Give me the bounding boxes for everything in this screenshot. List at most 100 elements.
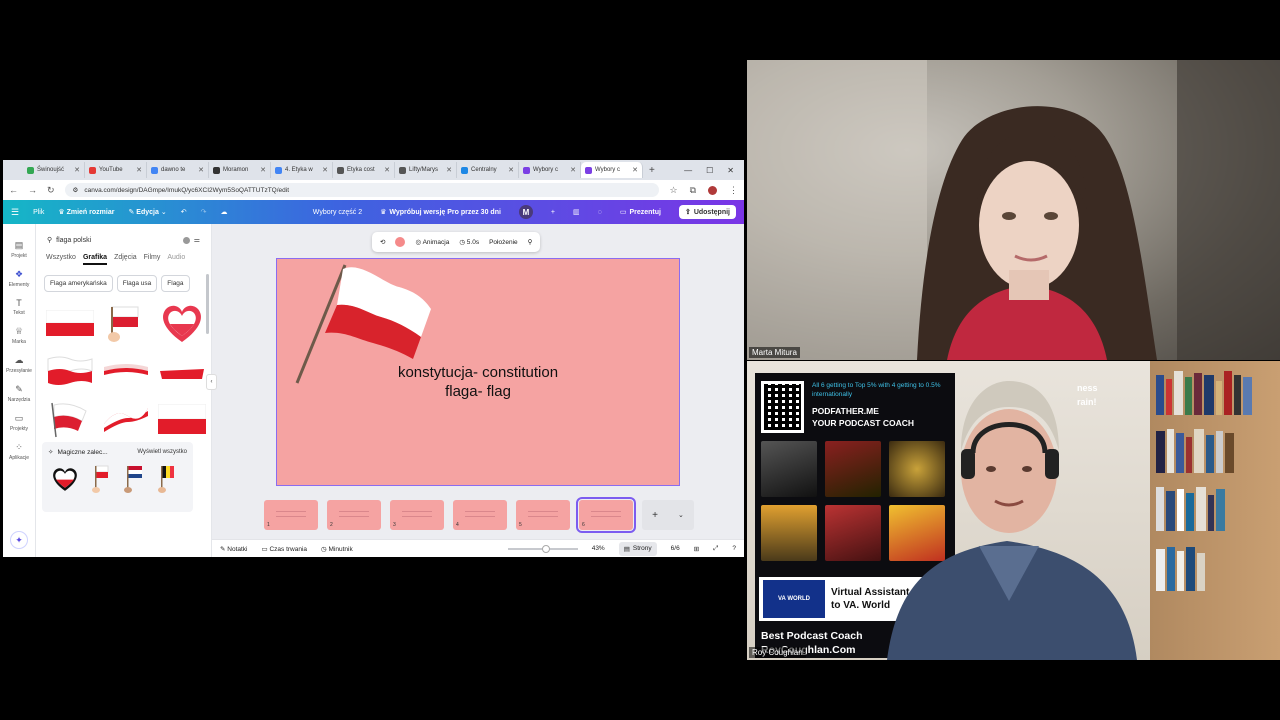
position-button[interactable]: Położenie [489, 239, 518, 246]
pro-trial-button[interactable]: ♛ Wypróbuj wersję Pro przez 30 dni [380, 208, 501, 217]
timer-button[interactable]: ◷ Minutnik [321, 545, 353, 553]
graphic-hand-belgian-flag[interactable] [156, 464, 178, 494]
paint-format-icon[interactable]: ⚲ [528, 238, 533, 246]
tab-all[interactable]: Wszystko [46, 254, 76, 265]
close-icon[interactable]: ✕ [632, 166, 638, 174]
fullscreen-icon[interactable]: ⤢ [713, 545, 718, 553]
filter-icon[interactable]: ⚌ [194, 236, 200, 244]
new-tab-icon[interactable]: + [649, 165, 655, 176]
cloud-save-icon[interactable]: ☁ [220, 208, 227, 216]
browser-tab[interactable]: dawno te ✕ [147, 162, 209, 178]
forward-icon[interactable]: → [28, 185, 37, 195]
extensions-icon[interactable]: ⧉ [690, 185, 696, 196]
graphic-heart-flag[interactable] [156, 302, 208, 344]
search-input[interactable]: ⚲ flaga polski ⚌ [42, 232, 205, 248]
rail-item-tools[interactable]: ✎ Narzędzia [8, 384, 31, 403]
graphic-hand-dutch-flag[interactable] [122, 464, 146, 494]
zoom-slider[interactable] [507, 544, 578, 553]
reload-icon[interactable]: ↻ [47, 185, 55, 196]
resize-button[interactable]: ♛ Zmień rozmiar [58, 208, 114, 216]
close-icon[interactable]: ✕ [322, 166, 328, 174]
analytics-icon[interactable]: ▥ [573, 208, 580, 216]
graphic-ribbon-flag[interactable] [100, 350, 152, 392]
page-thumbnail-selected[interactable]: 6 [576, 497, 636, 533]
help-icon[interactable]: ? [732, 545, 736, 552]
close-icon[interactable]: ✕ [74, 166, 80, 174]
browser-tab[interactable]: Etyka cost ✕ [333, 162, 395, 178]
undo-icon[interactable]: ↶ [181, 208, 187, 216]
more-menu-icon[interactable]: ⋮ [729, 185, 738, 196]
magic-assistant-icon[interactable]: ✦ [10, 531, 28, 549]
chip-flag[interactable]: Flaga [161, 275, 190, 292]
page-thumbnail[interactable]: 4 [453, 500, 507, 530]
clear-search-icon[interactable] [182, 236, 190, 244]
chip-usa-flag[interactable]: Flaga usa [116, 275, 158, 292]
back-icon[interactable]: ← [9, 185, 18, 195]
rail-item-projects[interactable]: ▭ Projekty [10, 413, 28, 432]
browser-tab[interactable]: Moramon ✕ [209, 162, 271, 178]
panel-scrollbar[interactable] [206, 274, 209, 334]
grid-view-icon[interactable]: ⊞ [694, 545, 699, 553]
tab-graphics[interactable]: Grafika [82, 254, 108, 265]
browser-tab-active[interactable]: Wybory c ✕ [581, 162, 643, 178]
rail-item-apps[interactable]: ⁘ Aplikacje [9, 442, 29, 461]
duration-button[interactable]: ◷ 5.0s [459, 238, 479, 246]
graphic-hand-poland-flag[interactable] [90, 464, 112, 494]
browser-tab[interactable]: Lifty/Marys ✕ [395, 162, 457, 178]
bookmark-star-icon[interactable]: ☆ [669, 185, 677, 196]
view-all-link[interactable]: Wyświetl wszystko [137, 449, 187, 455]
slide-text-box[interactable]: konstytucja- constitution flaga- flag [277, 363, 679, 401]
rail-item-brand[interactable]: ♕ Marka [12, 326, 26, 345]
close-window-icon[interactable]: ✕ [727, 166, 734, 175]
document-title[interactable]: Wybory część 2 [313, 209, 362, 216]
slide-canvas[interactable]: konstytucja- constitution flaga- flag [276, 258, 680, 486]
maximize-icon[interactable]: ☐ [706, 166, 713, 175]
browser-tab[interactable]: Centralny ✕ [457, 162, 519, 178]
file-menu[interactable]: Plik [33, 209, 44, 216]
close-icon[interactable]: ✕ [136, 166, 142, 174]
present-button[interactable]: ▭ Prezentuj [620, 208, 661, 217]
close-icon[interactable]: ✕ [446, 166, 452, 174]
graphic-hand-flag[interactable] [100, 302, 152, 344]
duration-toggle[interactable]: ▭ Czas trwania [262, 545, 308, 553]
rail-item-elements[interactable]: ❖ Elementy [9, 269, 30, 288]
browser-tab[interactable]: Wybory c ✕ [519, 162, 581, 178]
rail-item-design[interactable]: ▤ Projekt [11, 240, 27, 259]
rotate-icon[interactable]: ⟲ [380, 238, 385, 246]
chip-american-flag[interactable]: Flaga amerykańska [44, 275, 113, 292]
rail-item-text[interactable]: T Tekst [13, 298, 25, 316]
page-thumbnail[interactable]: 2 [327, 500, 381, 530]
pages-button[interactable]: ▤ Strony [618, 541, 657, 556]
edit-menu[interactable]: ✎ Edycja ⌄ [128, 208, 166, 216]
browser-tab[interactable]: Świnoujść ✕ [23, 162, 85, 178]
add-collaborator-icon[interactable]: + [551, 209, 555, 216]
graphic-flag-block[interactable] [156, 398, 208, 440]
rail-item-uploads[interactable]: ☁ Przesyłanie [6, 355, 32, 374]
tab-videos[interactable]: Filmy [144, 254, 161, 265]
url-field[interactable]: ⚙ canva.com/design/DAGmpe/ImukQ/yc6XCI2W… [64, 183, 660, 197]
close-icon[interactable]: ✕ [260, 166, 266, 174]
avatar[interactable]: M [518, 205, 533, 219]
close-icon[interactable]: ✕ [570, 166, 576, 174]
comment-icon[interactable]: ◌ [598, 209, 602, 216]
graphic-heart-flag-small[interactable] [50, 464, 80, 494]
chevron-down-icon[interactable]: ⌄ [678, 511, 684, 519]
share-button[interactable]: ⇪ Udostępnij [678, 205, 736, 219]
graphic-wavy-flag[interactable] [44, 350, 96, 392]
zoom-slider-handle[interactable] [541, 544, 550, 553]
collapse-panel-icon[interactable]: ‹ [206, 374, 217, 390]
tab-photos[interactable]: Zdjęcia [114, 254, 137, 265]
add-page-button[interactable]: + ⌄ [642, 500, 694, 530]
browser-tab[interactable]: YouTube ✕ [85, 162, 147, 178]
graphic-swirl-flag[interactable] [100, 398, 152, 440]
close-icon[interactable]: ✕ [198, 166, 204, 174]
profile-avatar[interactable] [708, 185, 717, 195]
site-info-icon[interactable]: ⚙ [73, 186, 79, 194]
browser-tab[interactable]: 4. Etyka w ✕ [271, 162, 333, 178]
minimize-icon[interactable]: — [684, 166, 692, 175]
tab-audio[interactable]: Audio [167, 254, 185, 265]
close-icon[interactable]: ✕ [508, 166, 514, 174]
page-thumbnail[interactable]: 1 [264, 500, 318, 530]
notes-button[interactable]: ✎ Notatki [220, 545, 248, 553]
animation-button[interactable]: ◎ Animacja [415, 238, 449, 246]
